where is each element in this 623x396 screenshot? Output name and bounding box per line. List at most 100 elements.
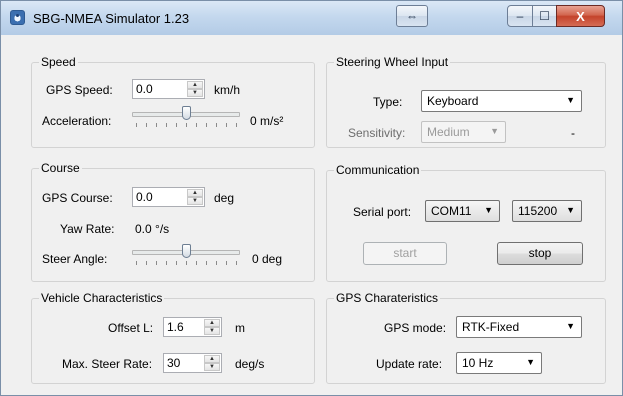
- title-bar[interactable]: SBG-NMEA Simulator 1.23 ⇔ – ☐ X: [1, 1, 622, 35]
- gps-speed-input[interactable]: 0.0 ▲ ▼: [132, 79, 205, 99]
- baud-rate-select[interactable]: 115200 ▼: [512, 200, 582, 222]
- acceleration-label: Acceleration:: [42, 114, 112, 128]
- yaw-rate-label: Yaw Rate:: [60, 222, 115, 236]
- gps-course-input[interactable]: 0.0 ▲ ▼: [132, 187, 205, 207]
- chevron-down-icon: ▼: [490, 126, 499, 136]
- spin-down-icon[interactable]: ▼: [187, 197, 203, 205]
- update-rate-label: Update rate:: [376, 357, 443, 371]
- gps-course-label: GPS Course:: [42, 191, 113, 205]
- offset-label: Offset L:: [108, 321, 154, 335]
- offset-input[interactable]: 1.6 ▲ ▼: [163, 317, 222, 337]
- maximize-button[interactable]: ☐: [532, 5, 557, 27]
- gps-legend: GPS Charateristics: [334, 291, 441, 305]
- maximize-icon: ☐: [539, 9, 550, 23]
- swap-button[interactable]: ⇔: [396, 5, 428, 27]
- communication-group: Communication Serial port: COM11 ▼ 11520…: [326, 163, 606, 282]
- gps-course-unit: deg: [214, 191, 235, 205]
- communication-legend: Communication: [334, 163, 422, 177]
- max-steer-rate-input[interactable]: 30 ▲ ▼: [163, 353, 222, 373]
- chevron-down-icon: ▼: [566, 95, 575, 105]
- course-legend: Course: [39, 161, 82, 175]
- slider-ticks: [132, 123, 240, 127]
- gps-course-value: 0.0: [136, 190, 153, 204]
- chevron-down-icon: ▼: [484, 205, 493, 215]
- spin-down-icon[interactable]: ▼: [187, 89, 203, 97]
- slider-thumb[interactable]: [182, 244, 191, 258]
- chevron-down-icon: ▼: [566, 321, 575, 331]
- gps-group: GPS Charateristics GPS mode: RTK-Fixed ▼…: [326, 291, 606, 384]
- chevron-down-icon: ▼: [526, 357, 535, 367]
- close-icon: X: [576, 8, 585, 24]
- spin-up-icon[interactable]: ▲: [187, 81, 203, 89]
- acceleration-slider[interactable]: [132, 106, 240, 127]
- slider-tick: [146, 123, 147, 127]
- gps-course-spinner[interactable]: ▲ ▼: [187, 189, 203, 205]
- sensitivity-readout: -: [571, 126, 575, 140]
- slider-tick: [186, 261, 187, 265]
- stop-button[interactable]: stop: [497, 242, 583, 265]
- slider-tick: [196, 261, 197, 265]
- slider-tick: [136, 261, 137, 265]
- minimize-button[interactable]: –: [507, 5, 533, 27]
- spin-up-icon[interactable]: ▲: [204, 319, 220, 327]
- type-value: Keyboard: [427, 94, 479, 108]
- slider-tick: [216, 261, 217, 265]
- max-steer-rate-spinner[interactable]: ▲ ▼: [204, 355, 220, 371]
- serial-port-value: COM11: [431, 204, 472, 218]
- slider-tick: [176, 123, 177, 127]
- sensitivity-select[interactable]: Medium ▼: [421, 121, 506, 143]
- vehicle-legend: Vehicle Characteristics: [39, 291, 165, 305]
- slider-tick: [216, 123, 217, 127]
- gps-speed-unit: km/h: [214, 83, 241, 97]
- gps-mode-value: RTK-Fixed: [462, 320, 520, 334]
- steer-angle-value: 0 deg: [252, 252, 283, 266]
- course-group: Course GPS Course: 0.0 ▲ ▼ deg Yaw Rate:…: [31, 161, 315, 282]
- slider-tick: [196, 123, 197, 127]
- close-button[interactable]: X: [556, 5, 605, 27]
- slider-thumb[interactable]: [182, 106, 191, 120]
- slider-tick: [156, 123, 157, 127]
- sensitivity-value: Medium: [427, 125, 470, 139]
- max-steer-rate-label: Max. Steer Rate:: [62, 357, 153, 371]
- vehicle-group: Vehicle Characteristics Offset L: 1.6 ▲ …: [31, 291, 315, 384]
- slider-ticks: [132, 261, 240, 265]
- steering-group: Steering Wheel Input Type: Keyboard ▼ Se…: [326, 55, 606, 148]
- app-icon: [10, 10, 25, 25]
- max-steer-rate-unit: deg/s: [235, 357, 265, 371]
- slider-tick: [146, 261, 147, 265]
- baud-rate-value: 115200: [518, 204, 558, 218]
- slider-tick: [226, 123, 227, 127]
- speed-legend: Speed: [39, 55, 78, 69]
- max-steer-rate-value: 30: [167, 356, 181, 370]
- sensitivity-label: Sensitivity:: [348, 126, 406, 140]
- serial-port-select[interactable]: COM11 ▼: [425, 200, 500, 222]
- start-button[interactable]: start: [363, 242, 447, 265]
- spin-down-icon[interactable]: ▼: [204, 363, 220, 371]
- steer-angle-label: Steer Angle:: [42, 252, 108, 266]
- window-title: SBG-NMEA Simulator 1.23: [33, 11, 190, 26]
- slider-tick: [166, 261, 167, 265]
- spin-down-icon[interactable]: ▼: [204, 327, 220, 335]
- gps-speed-spinner[interactable]: ▲ ▼: [187, 81, 203, 97]
- minimize-icon: –: [516, 9, 524, 23]
- steer-angle-slider[interactable]: [132, 244, 240, 265]
- gps-mode-select[interactable]: RTK-Fixed ▼: [456, 316, 582, 338]
- slider-tick: [236, 123, 237, 127]
- acceleration-value: 0 m/s²: [250, 114, 284, 128]
- spin-up-icon[interactable]: ▲: [187, 189, 203, 197]
- type-label: Type:: [373, 95, 403, 109]
- serial-port-label: Serial port:: [353, 205, 412, 219]
- spin-up-icon[interactable]: ▲: [204, 355, 220, 363]
- type-select[interactable]: Keyboard ▼: [421, 90, 582, 112]
- offset-unit: m: [235, 321, 245, 335]
- offset-value: 1.6: [167, 320, 184, 334]
- offset-spinner[interactable]: ▲ ▼: [204, 319, 220, 335]
- slider-tick: [136, 123, 137, 127]
- slider-tick: [166, 123, 167, 127]
- slider-tick: [186, 123, 187, 127]
- gps-mode-label: GPS mode:: [384, 321, 447, 335]
- speed-group: Speed GPS Speed: 0.0 ▲ ▼ km/h Accelerati…: [31, 55, 315, 148]
- gps-speed-value: 0.0: [136, 82, 153, 96]
- update-rate-select[interactable]: 10 Hz ▼: [456, 352, 542, 374]
- gps-speed-label: GPS Speed:: [46, 83, 113, 97]
